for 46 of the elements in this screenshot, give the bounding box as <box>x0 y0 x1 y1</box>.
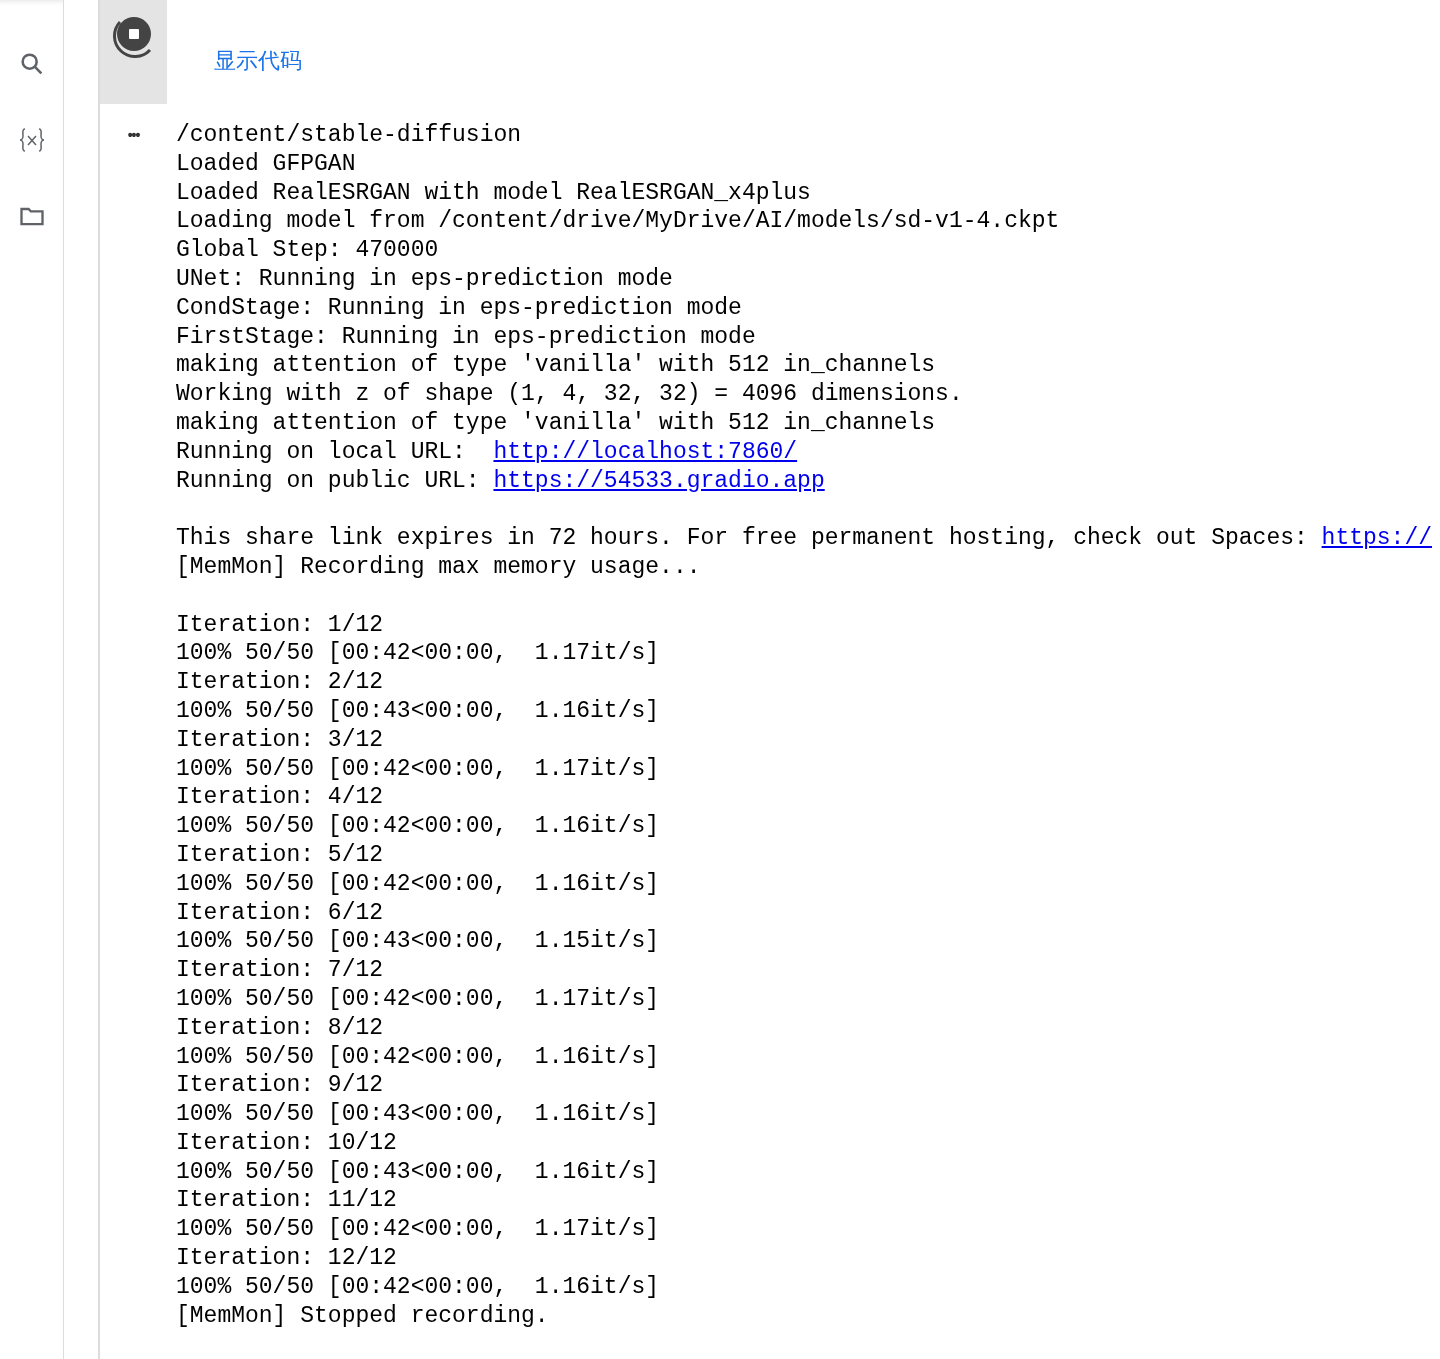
output-line: [MemMon] Recording max memory usage... <box>176 552 701 582</box>
output-line: /content/stable-diffusion <box>176 121 522 150</box>
output-line: Loaded GFPGAN <box>176 149 356 179</box>
output-line: Loaded RealESRGAN with model RealESRGAN_x4plus <box>176 178 811 208</box>
curly-braces-x-icon[interactable] <box>17 126 46 154</box>
output-line: 100% 50/50 [00:43<00:00, 1.16it/s] <box>176 1157 660 1187</box>
output-line: FirstStage: Running in eps-prediction mode <box>176 322 756 352</box>
output-line: Iteration: 8/12 <box>176 1013 384 1043</box>
output-line: 100% 50/50 [00:43<00:00, 1.16it/s] <box>176 696 660 726</box>
output-line: This share link expires in 72 hours. For free permanent hosting, check out Spaces: <box>176 524 1309 553</box>
output-line: Running on local URL: <box>176 437 467 467</box>
output-line: 100% 50/50 [00:42<00:00, 1.16it/s] <box>176 869 660 899</box>
output-line: CondStage: Running in eps-prediction mode <box>176 293 742 323</box>
output-line: 100% 50/50 [00:42<00:00, 1.17it/s] <box>176 984 660 1014</box>
output-line: Iteration: 6/12 <box>176 898 384 928</box>
output-line: Iteration: 5/12 <box>176 840 384 870</box>
output-link[interactable]: https://54533.gradio.app <box>493 466 825 496</box>
output-line: 100% 50/50 [00:42<00:00, 1.17it/s] <box>176 754 660 784</box>
output-line: Iteration: 2/12 <box>176 668 384 697</box>
output-line: Running on public URL: <box>176 466 481 496</box>
output-line: 100% 50/50 [00:42<00:00, 1.16it/s] <box>176 1272 660 1302</box>
output-line: 100% 50/50 [00:43<00:00, 1.16it/s] <box>176 1100 660 1129</box>
output-line: Global Step: 470000 <box>176 236 439 265</box>
output-line: Iteration: 4/12 <box>176 783 384 813</box>
output-line: Iteration: 12/12 <box>176 1244 397 1273</box>
output-link[interactable]: http://localhost:7860/ <box>493 437 798 467</box>
output-line: making attention of type 'vanilla' with 512 in_channels <box>176 351 936 381</box>
output-line: 100% 50/50 [00:42<00:00, 1.16it/s] <box>176 812 660 841</box>
output-line: 100% 50/50 [00:43<00:00, 1.15it/s] <box>176 927 660 957</box>
output-line: Iteration: 9/12 <box>176 1071 384 1101</box>
output-line: Iteration: 7/12 <box>176 956 384 985</box>
show-code-link[interactable]: 显示代码 <box>214 48 302 73</box>
output-line: 100% 50/50 [00:42<00:00, 1.17it/s] <box>176 1215 660 1245</box>
output-line: Iteration: 3/12 <box>176 725 384 755</box>
output-line: Iteration: 10/12 <box>176 1128 397 1158</box>
output-line: [MemMon] Stopped recording. <box>176 1301 549 1331</box>
output-link[interactable]: https:// <box>1321 524 1432 553</box>
output-line: UNet: Running in eps-prediction mode <box>176 265 673 294</box>
output-line: 100% 50/50 [00:42<00:00, 1.16it/s] <box>176 1042 660 1072</box>
output-line: Loading model from /content/drive/MyDrive/AI/models/sd-v1-4.ckpt <box>176 207 1060 237</box>
output-line: Iteration: 1/12 <box>176 610 384 640</box>
output-line: Iteration: 11/12 <box>176 1186 397 1216</box>
output-menu-button[interactable]: ••• <box>127 121 140 1331</box>
output-line: making attention of type 'vanilla' with 512 in_channels <box>176 408 936 438</box>
output-line: Working with z of shape (1, 4, 32, 32) = 4096 dimensions. <box>176 380 963 409</box>
output-line: 100% 50/50 [00:42<00:00, 1.17it/s] <box>176 639 660 669</box>
